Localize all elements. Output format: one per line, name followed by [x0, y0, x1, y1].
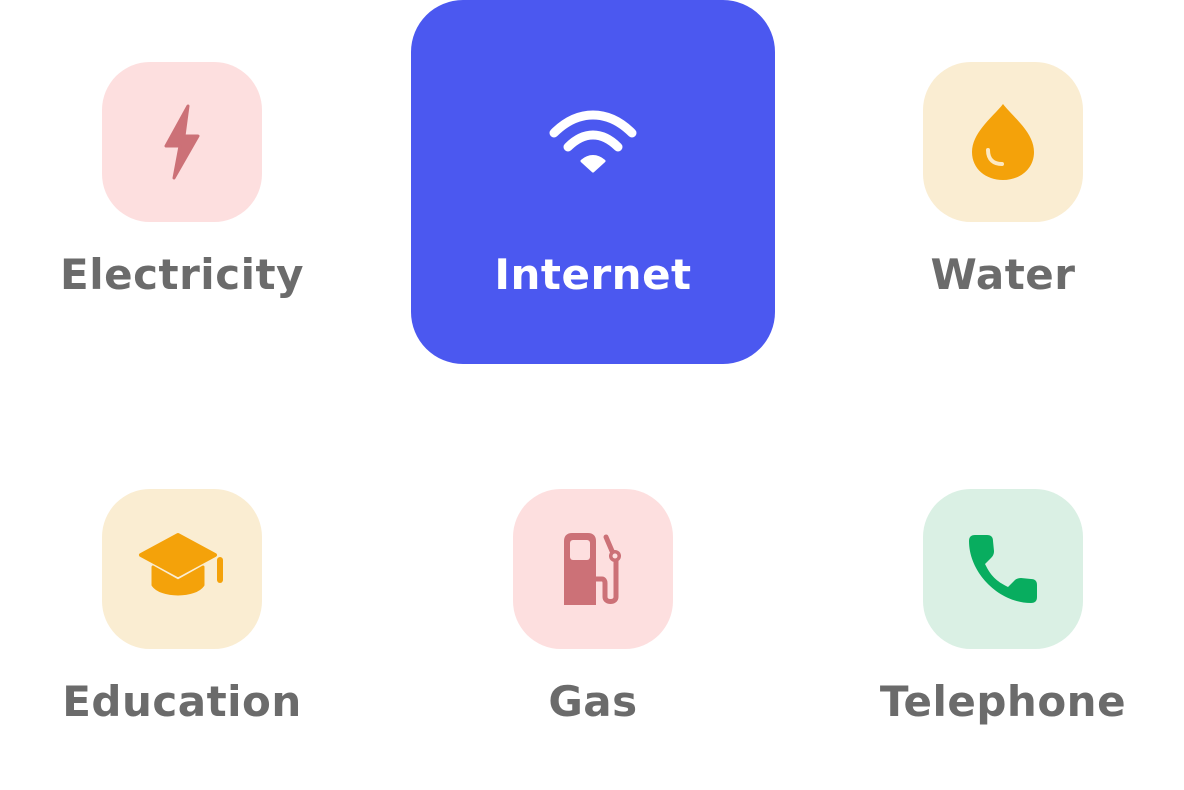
wifi-icon: [549, 110, 637, 173]
category-internet[interactable]: Internet: [411, 0, 775, 364]
category-label: Electricity: [60, 250, 304, 299]
category-water[interactable]: Water: [821, 0, 1184, 364]
water-drop-icon: [972, 104, 1034, 180]
electricity-icon-box: [102, 62, 262, 222]
telephone-icon-box: [923, 489, 1083, 649]
category-telephone[interactable]: Telephone: [821, 427, 1184, 790]
gas-icon-box: [513, 489, 673, 649]
water-icon-box: [923, 62, 1083, 222]
category-education[interactable]: Education: [0, 427, 364, 790]
category-label: Telephone: [879, 677, 1127, 726]
fuel-pump-icon: [564, 533, 621, 605]
bill-category-grid: Electricity Internet Water Education Gas…: [0, 0, 1184, 790]
category-label: Water: [930, 250, 1076, 299]
internet-icon-box: [513, 62, 673, 222]
category-label: Gas: [548, 677, 638, 726]
lightning-icon: [164, 104, 200, 180]
phone-icon: [969, 535, 1037, 603]
graduation-cap-icon: [139, 533, 223, 596]
category-electricity[interactable]: Electricity: [0, 0, 364, 364]
category-label: Education: [62, 677, 302, 726]
category-label: Internet: [494, 250, 692, 299]
education-icon-box: [102, 489, 262, 649]
category-gas[interactable]: Gas: [411, 427, 775, 790]
